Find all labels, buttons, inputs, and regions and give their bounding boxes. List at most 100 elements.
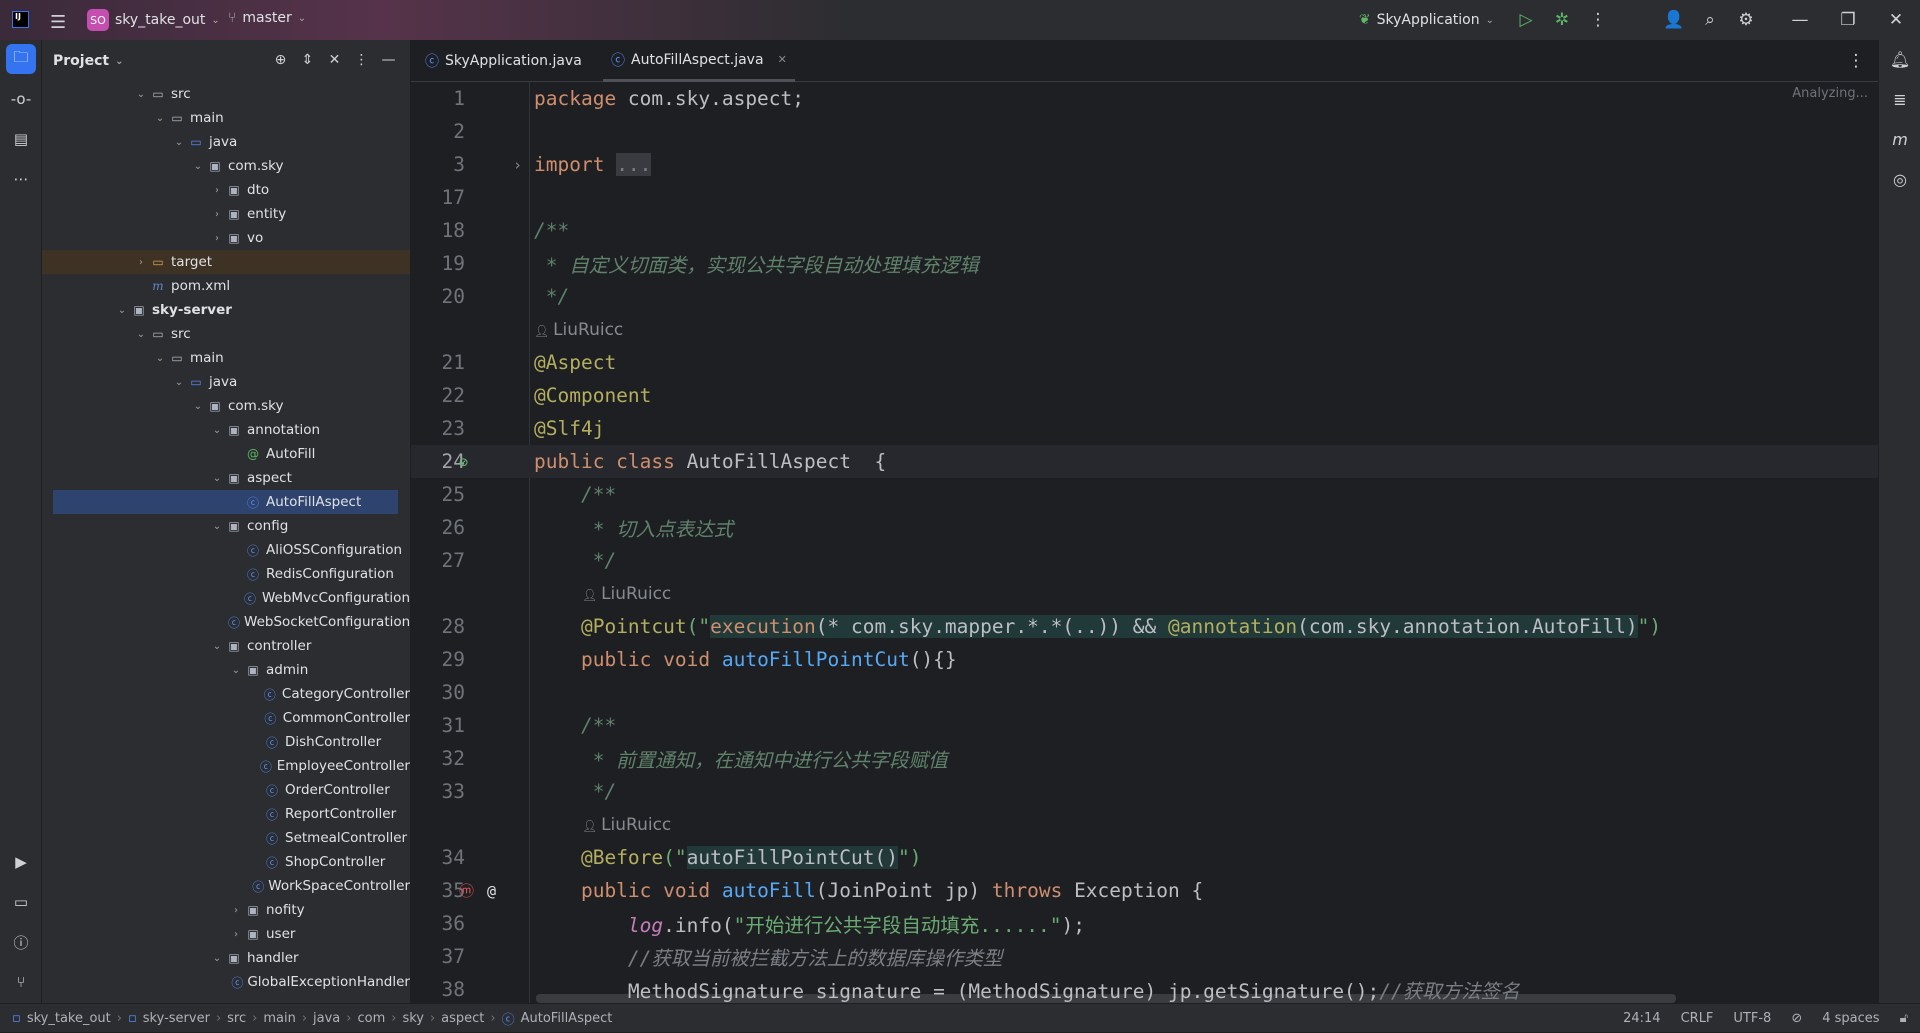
line-number[interactable]: 30 — [411, 681, 465, 704]
line-number[interactable]: 34 — [411, 846, 465, 869]
options-icon[interactable]: ⋮ — [348, 45, 375, 75]
line-number[interactable]: 20 — [411, 285, 465, 308]
tree-item[interactable]: › ▣ user — [42, 922, 410, 946]
code-line[interactable]: 35 public void autoFill(JoinPoint jp) th… — [411, 874, 1878, 907]
tree-item[interactable]: ⓒ RedisConfiguration — [42, 562, 410, 586]
tree-item[interactable]: ⌄ ▭ main — [42, 106, 410, 130]
code-editor[interactable]: Analyzing... 1 package com.sky.aspect; 2 3 i… — [411, 82, 1878, 1003]
database-icon[interactable]: ≣ — [1885, 84, 1915, 114]
code-line[interactable]: 26 * 切入点表达式 — [411, 511, 1878, 544]
file-encoding[interactable]: UTF-8 — [1733, 1011, 1771, 1026]
line-number[interactable]: 2 — [411, 120, 465, 143]
search-icon[interactable]: ⌕ — [1692, 2, 1728, 38]
structure-icon[interactable]: ▤ — [6, 124, 36, 154]
tree-item[interactable]: ⓒ WorkSpaceController — [42, 874, 410, 898]
chevron-right-icon[interactable]: › — [209, 233, 225, 244]
tree-item[interactable]: ⓒ AutoFillAspect — [53, 490, 398, 514]
collapse-all-icon[interactable]: ✕ — [321, 45, 348, 75]
author-hint[interactable]: LiuRuicc — [601, 584, 671, 604]
line-number[interactable]: 1 — [411, 87, 465, 110]
close-icon[interactable]: ✕ — [1872, 2, 1920, 38]
line-number[interactable]: 23 — [411, 417, 465, 440]
code-line[interactable]: 24 public class AutoFillAspect {⊘ — [411, 445, 1878, 478]
code-line[interactable]: 👤︎ LiuRuicc — [411, 577, 1878, 610]
git-icon[interactable]: ⑂ — [6, 967, 36, 997]
author-hint[interactable]: LiuRuicc — [601, 815, 671, 835]
tree-item[interactable]: ⌄ ▭ java — [42, 130, 410, 154]
tab-options-icon[interactable]: ⋮ — [1838, 43, 1874, 79]
chevron-right-icon[interactable]: › — [228, 929, 244, 940]
tree-item[interactable]: › ▣ entity — [42, 202, 410, 226]
tree-item[interactable]: ⌄ ▭ main — [42, 346, 410, 370]
tree-item[interactable]: ⌄ ▣ controller — [42, 634, 410, 658]
ai-assistant-icon[interactable]: ◎ — [1885, 164, 1915, 194]
more-icon[interactable]: ⋮ — [1580, 2, 1616, 38]
maven-icon[interactable]: m — [1885, 124, 1915, 154]
line-number[interactable]: 35 — [411, 879, 465, 902]
problems-icon[interactable]: ⓘ — [6, 927, 36, 957]
code-line[interactable]: 31 /** — [411, 709, 1878, 742]
tree-item[interactable]: ⓒ GlobalExceptionHandler — [42, 970, 410, 994]
tree-item[interactable]: ⌄ ▣ com.sky — [42, 394, 410, 418]
tree-item[interactable]: ⌄ ▣ sky-server — [42, 298, 410, 322]
tree-item[interactable]: ⓒ ShopController — [42, 850, 410, 874]
chevron-down-icon[interactable]: ⌄ — [209, 521, 225, 532]
tree-item[interactable]: @ AutoFill — [42, 442, 410, 466]
breadcrumb-item[interactable]: sky_take_out — [27, 1011, 111, 1026]
breadcrumb-item[interactable]: main — [263, 1011, 295, 1026]
tree-item[interactable]: ⓒ EmployeeController — [42, 754, 410, 778]
line-number[interactable]: 28 — [411, 615, 465, 638]
chevron-down-icon[interactable]: ⌄ — [114, 305, 130, 316]
expand-all-icon[interactable]: ⇕ — [294, 45, 321, 75]
tree-item[interactable]: ⌄ ▭ java — [42, 370, 410, 394]
locate-icon[interactable]: ⊕ — [267, 45, 294, 75]
spring-bean-icon[interactable]: ⊘ — [459, 453, 468, 471]
breadcrumb-item[interactable]: aspect — [441, 1011, 484, 1026]
code-line[interactable]: 30 — [411, 676, 1878, 709]
code-line[interactable]: 29 public void autoFillPointCut(){} — [411, 643, 1878, 676]
tree-item[interactable]: ⓒ AliOSSConfiguration — [42, 538, 410, 562]
line-number[interactable]: 21 — [411, 351, 465, 374]
breadcrumb-item[interactable]: AutoFillAspect — [521, 1011, 613, 1026]
tree-item[interactable]: ⓒ ReportController — [42, 802, 410, 826]
run-icon[interactable]: ▷ — [1508, 2, 1544, 38]
chevron-down-icon[interactable]: ⌄ — [152, 113, 168, 124]
code-line[interactable]: 33 */ — [411, 775, 1878, 808]
code-line[interactable]: 23 @Slf4j — [411, 412, 1878, 445]
line-number[interactable]: 32 — [411, 747, 465, 770]
code-line[interactable]: 27 */ — [411, 544, 1878, 577]
line-number[interactable]: 29 — [411, 648, 465, 671]
tree-item[interactable]: ⌄ ▣ com.sky — [42, 154, 410, 178]
chevron-down-icon[interactable]: ⌄ — [133, 329, 149, 340]
debug-icon[interactable]: ✲ — [1544, 2, 1580, 38]
tree-item[interactable]: ⌄ ▣ aspect — [42, 466, 410, 490]
advice-icon[interactable]: @ — [487, 882, 496, 900]
code-line[interactable]: 36 log.info("开始进行公共字段自动填充......"); — [411, 907, 1878, 940]
code-line[interactable]: 17 — [411, 181, 1878, 214]
no-inspection-icon[interactable]: ⊘ — [1791, 1011, 1802, 1026]
tree-item[interactable]: › ▣ dto — [42, 178, 410, 202]
tree-item[interactable]: ⌄ ▣ annotation — [42, 418, 410, 442]
code-line[interactable]: 3 import ... › — [411, 148, 1878, 181]
line-number[interactable]: 19 — [411, 252, 465, 275]
code-line[interactable]: 👤︎ LiuRuicc — [411, 808, 1878, 841]
tree-item[interactable]: › ▣ vo — [42, 226, 410, 250]
code-line[interactable]: 19 * 自定义切面类，实现公共字段自动处理填充逻辑 — [411, 247, 1878, 280]
line-number[interactable]: 22 — [411, 384, 465, 407]
chevron-down-icon[interactable]: ⌄ — [190, 161, 206, 172]
services-icon[interactable]: ▶ — [6, 847, 36, 877]
line-number[interactable]: 36 — [411, 912, 465, 935]
chevron-down-icon[interactable]: ⌄ — [171, 137, 187, 148]
code-line[interactable]: 18 /** — [411, 214, 1878, 247]
notifications-icon[interactable]: 🔔︎ — [1885, 44, 1915, 74]
chevron-right-icon[interactable]: › — [133, 257, 149, 268]
project-tool-icon[interactable]: 🗀 — [6, 44, 36, 74]
line-number[interactable]: 25 — [411, 483, 465, 506]
line-number[interactable]: 27 — [411, 549, 465, 572]
chevron-right-icon[interactable]: › — [209, 209, 225, 220]
tab-sky-application[interactable]: ⓒ SkyApplication.java — [425, 40, 582, 82]
chevron-down-icon[interactable]: ⌄ — [209, 953, 225, 964]
project-switcher[interactable]: SO sky_take_out ⌄ — [87, 9, 220, 31]
code-line[interactable]: 38 MethodSignature signature = (MethodSi… — [411, 973, 1878, 1003]
breadcrumb-item[interactable]: src — [227, 1011, 246, 1026]
